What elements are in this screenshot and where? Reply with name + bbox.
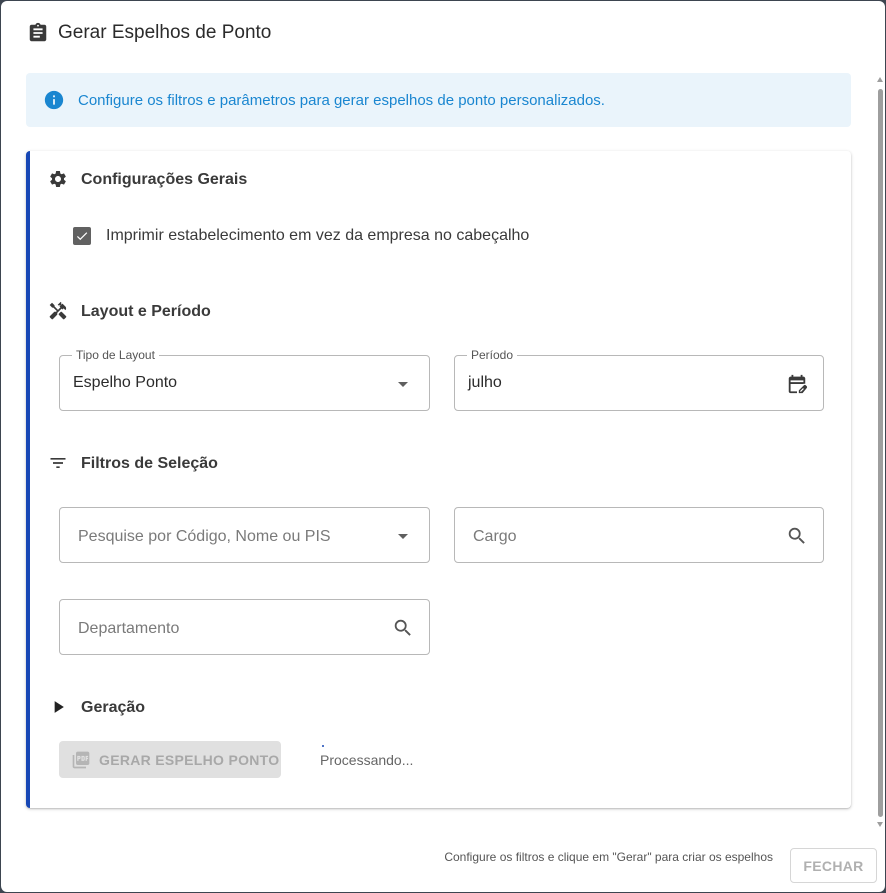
dialog: Gerar Espelhos de Ponto Configure os fil… bbox=[1, 1, 885, 892]
section-general: Configurações Gerais bbox=[48, 169, 247, 191]
dialog-footer: Configure os filtros e clique em "Gerar"… bbox=[1, 835, 885, 892]
position-search-field[interactable]: Cargo bbox=[454, 507, 824, 563]
layout-type-value: Espelho Ponto bbox=[73, 374, 178, 391]
search-icon[interactable] bbox=[391, 616, 415, 640]
dialog-header: Gerar Espelhos de Ponto bbox=[1, 1, 885, 65]
period-value: julho bbox=[468, 374, 502, 391]
section-filters-title: Filtros de Seleção bbox=[81, 455, 218, 472]
scrollbar-thumb[interactable] bbox=[878, 89, 883, 817]
employee-search-placeholder: Pesquise por Código, Nome ou PIS bbox=[78, 528, 331, 545]
pdf-icon bbox=[71, 750, 91, 770]
generate-button-label: GERAR ESPELHO PONTO bbox=[99, 751, 280, 768]
generation-row: GERAR ESPELHO PONTO Processando... bbox=[59, 741, 413, 778]
info-banner: Configure os filtros e parâmetros para g… bbox=[26, 73, 851, 127]
department-placeholder: Departamento bbox=[78, 620, 180, 637]
position-placeholder: Cargo bbox=[473, 528, 517, 545]
form-card: Configurações Gerais Imprimir estabeleci… bbox=[26, 151, 851, 808]
close-button[interactable]: FECHAR bbox=[790, 848, 877, 883]
section-generation: Geração bbox=[48, 697, 145, 719]
dialog-content: Configure os filtros e parâmetros para g… bbox=[1, 65, 885, 835]
chevron-down-icon[interactable] bbox=[391, 372, 415, 396]
print-establishment-checkbox[interactable] bbox=[73, 227, 91, 245]
search-icon[interactable] bbox=[785, 524, 809, 548]
section-layout-title: Layout e Período bbox=[81, 303, 211, 320]
info-icon bbox=[43, 89, 65, 111]
department-search-field[interactable]: Departamento bbox=[59, 599, 430, 655]
scroll-up-icon[interactable] bbox=[877, 77, 883, 82]
filter-list-icon bbox=[48, 453, 70, 475]
caret-right-icon bbox=[48, 697, 70, 719]
loading-spinner bbox=[322, 745, 324, 747]
employee-search-select[interactable]: Pesquise por Código, Nome ou PIS bbox=[59, 507, 430, 563]
tools-icon bbox=[48, 301, 70, 323]
calendar-edit-icon[interactable] bbox=[785, 372, 809, 396]
scroll-down-icon[interactable] bbox=[877, 822, 883, 827]
period-legend: Período bbox=[467, 348, 518, 362]
section-layout: Layout e Período bbox=[48, 301, 211, 323]
dialog-title: Gerar Espelhos de Ponto bbox=[58, 22, 272, 43]
layout-type-select[interactable]: Tipo de Layout Espelho Ponto bbox=[59, 348, 430, 411]
info-text: Configure os filtros e parâmetros para g… bbox=[78, 91, 605, 109]
print-establishment-option[interactable]: Imprimir estabelecimento em vez da empre… bbox=[73, 227, 529, 245]
footer-hint: Configure os filtros e clique em "Gerar"… bbox=[444, 850, 773, 864]
generate-button[interactable]: GERAR ESPELHO PONTO bbox=[59, 741, 281, 778]
gear-icon bbox=[48, 169, 70, 191]
chevron-down-icon[interactable] bbox=[391, 524, 415, 548]
processing-status: Processando... bbox=[320, 751, 414, 768]
content-scrollbar[interactable] bbox=[876, 75, 884, 829]
section-filters: Filtros de Seleção bbox=[48, 453, 218, 475]
print-establishment-label: Imprimir estabelecimento em vez da empre… bbox=[106, 227, 530, 244]
clipboard-icon bbox=[27, 22, 49, 44]
period-field[interactable]: Período julho bbox=[454, 348, 824, 411]
section-general-title: Configurações Gerais bbox=[81, 171, 248, 188]
layout-type-legend: Tipo de Layout bbox=[72, 348, 159, 362]
section-generation-title: Geração bbox=[81, 699, 146, 716]
